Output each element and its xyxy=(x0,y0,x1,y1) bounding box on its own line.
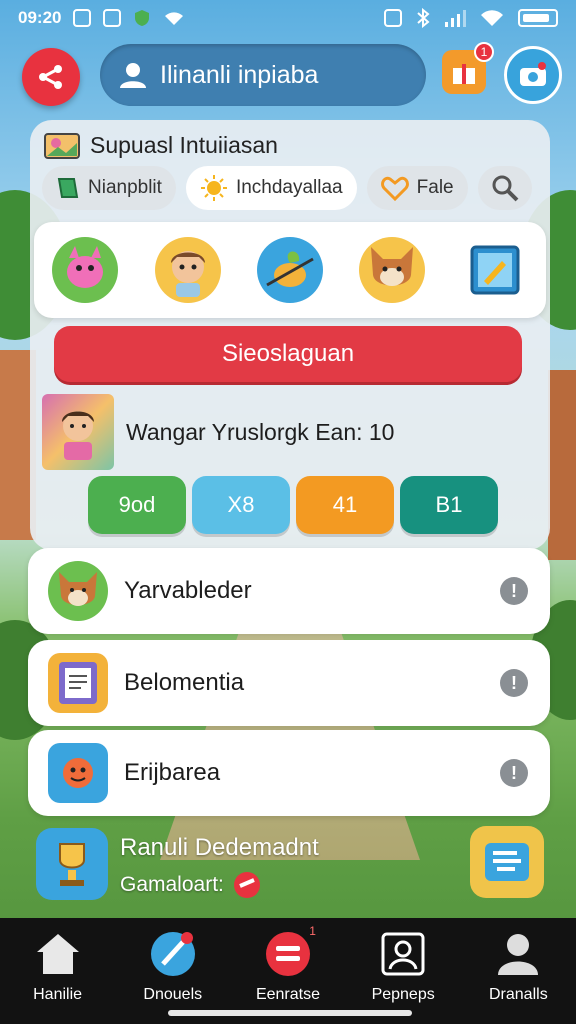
list-item-label: Yarvableder xyxy=(124,577,252,604)
notification-badge: 1 xyxy=(474,42,494,62)
home-icon xyxy=(34,930,82,978)
chip-inchdayallaa[interactable]: Inchdayallaa xyxy=(185,166,357,210)
stat-green[interactable]: 9od xyxy=(88,476,186,534)
list-item-label: Belomentia xyxy=(124,669,245,696)
house-right xyxy=(548,370,576,560)
share-icon xyxy=(39,65,62,89)
trophy-icon xyxy=(59,843,85,886)
home-indicator xyxy=(168,1010,412,1016)
primary-action-button[interactable]: Sieoslaguan xyxy=(54,326,522,382)
nav-label: Dranalls xyxy=(489,986,548,1003)
profile-avatar[interactable] xyxy=(42,394,114,470)
list-item-label: Erijbarea xyxy=(124,759,221,786)
bottom-navigation: Hanilie Dnouels 1 Eenratse Pepneps Drana… xyxy=(0,918,576,1024)
nav-item-home[interactable]: Hanilie xyxy=(3,930,113,1024)
nav-label: Dnouels xyxy=(143,986,203,1003)
sun-icon xyxy=(200,175,227,201)
list-item[interactable]: Yarvableder ! xyxy=(28,548,550,634)
chip-nianpblit[interactable]: Nianpblit xyxy=(42,166,176,210)
heart-icon xyxy=(380,176,409,201)
chip-label: Inchdayallaa xyxy=(235,177,343,198)
notepad-icon xyxy=(470,245,520,295)
info-icon[interactable]: ! xyxy=(500,669,528,697)
gift-button[interactable]: 1 xyxy=(442,42,494,94)
stack-icon: 1 xyxy=(264,924,316,978)
chip-label: Nianpblit xyxy=(88,177,162,198)
cast-icon xyxy=(165,12,184,25)
fox-icon xyxy=(48,561,108,621)
gallery-icon xyxy=(44,132,80,159)
profile-text: Wangar Yruslorgk Ean: 10 xyxy=(126,418,395,445)
panel-title: Supuasl Intuiiasan xyxy=(90,132,278,158)
search-bar[interactable]: Ilinanli inpiaba xyxy=(100,44,426,106)
fox-icon xyxy=(371,247,414,286)
promo-button-right[interactable] xyxy=(470,826,544,898)
stat-teal[interactable]: B1 xyxy=(400,476,498,534)
nav-label: Eenratse xyxy=(255,986,320,1003)
gift-icon xyxy=(453,64,475,84)
share-button[interactable] xyxy=(22,48,80,106)
chip-label: Fale xyxy=(416,177,454,198)
list-item[interactable]: Belomentia ! xyxy=(28,640,550,726)
avatar-pink-monster[interactable] xyxy=(52,237,119,303)
avatar-plant[interactable] xyxy=(256,237,323,303)
user-icon xyxy=(120,63,146,88)
stat-orange[interactable]: 41 xyxy=(296,476,394,534)
promo-title: Ranuli Dedemadnt xyxy=(120,834,319,861)
stat-blue[interactable]: X8 xyxy=(192,476,290,534)
profile-row: Wangar Yruslorgk Ean: 10 xyxy=(42,394,394,470)
wifi-icon xyxy=(481,10,503,26)
plant-icon xyxy=(266,251,314,287)
battery-icon xyxy=(518,9,558,27)
status-bar: 09:20 xyxy=(0,0,576,36)
search-text: Ilinanli inpiaba xyxy=(160,60,319,89)
signal-icon xyxy=(445,10,466,27)
status-time: 09:20 xyxy=(18,8,62,27)
info-icon[interactable]: ! xyxy=(500,759,528,787)
person-icon xyxy=(494,930,542,978)
chat-icon xyxy=(485,843,529,881)
girl-character-icon xyxy=(170,251,205,297)
boy-character-icon xyxy=(62,411,94,460)
stats-row: 9od X8 41 B1 xyxy=(88,476,498,534)
book-icon xyxy=(57,178,79,198)
people-icon xyxy=(379,930,427,978)
nav-label: Pepneps xyxy=(371,986,435,1003)
promo-subtitle: Gamaloart: xyxy=(120,870,262,900)
shield-icon xyxy=(135,10,150,26)
pink-monster-icon xyxy=(67,246,104,288)
app-icon xyxy=(103,9,122,27)
list-item[interactable]: Erijbarea ! xyxy=(28,730,550,816)
avatar-notepad[interactable] xyxy=(462,237,528,303)
promo-button-left[interactable] xyxy=(36,828,108,900)
nav-label: Hanilie xyxy=(33,986,83,1003)
avatar-fox[interactable] xyxy=(359,237,426,303)
monster-icon xyxy=(48,743,108,803)
camera-button[interactable] xyxy=(504,46,562,104)
panel-header: Supuasl Intuiiasan xyxy=(44,132,278,159)
camera-icon xyxy=(520,62,546,86)
promo-subtitle-text: Gamaloart: xyxy=(120,873,224,896)
avatar-girl[interactable] xyxy=(154,237,221,303)
search-icon xyxy=(492,175,519,202)
info-icon[interactable]: ! xyxy=(500,577,528,605)
filter-chips: Nianpblit Inchdayallaa Fale xyxy=(42,166,532,210)
bluetooth-icon xyxy=(417,8,430,28)
nav-item-profile[interactable]: Dranalls xyxy=(463,930,573,1024)
vibrate-icon xyxy=(384,9,402,27)
brush-icon xyxy=(149,930,197,978)
chip-fale[interactable]: Fale xyxy=(366,166,468,210)
document-icon xyxy=(48,653,108,713)
sticker-icon xyxy=(233,872,260,898)
notification-icon xyxy=(73,9,92,27)
nav-badge: 1 xyxy=(309,924,316,938)
item-list: Yarvableder ! Belomentia ! Erijbarea ! xyxy=(28,548,550,816)
main-panel: Supuasl Intuiiasan Nianpblit Inchdayalla… xyxy=(30,120,550,550)
avatar-row xyxy=(34,222,546,318)
search-button[interactable] xyxy=(477,166,532,210)
